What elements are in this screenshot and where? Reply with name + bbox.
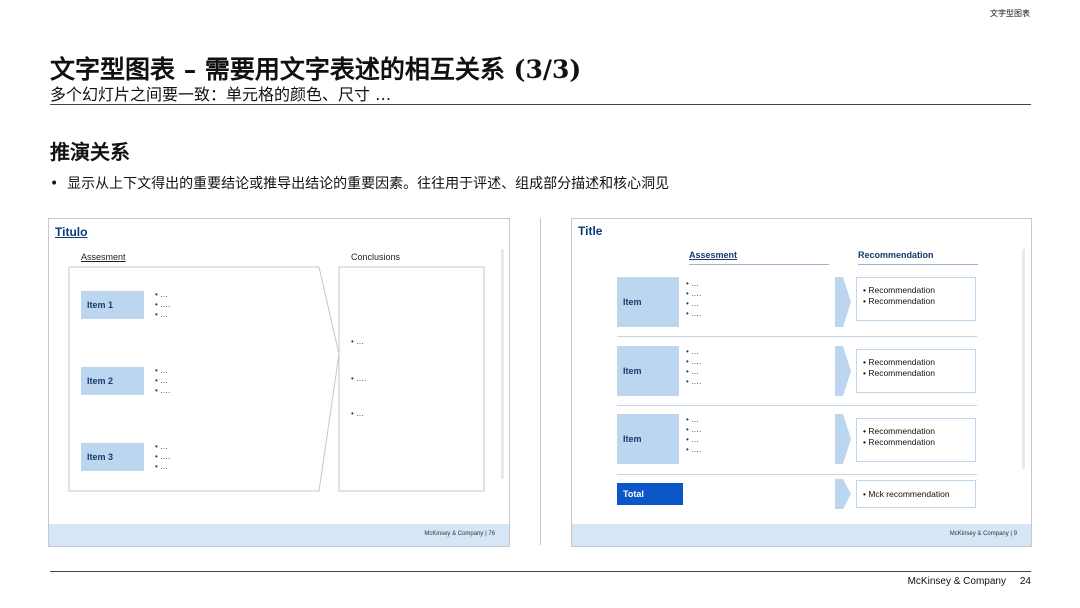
slide2-total-arrow [835, 479, 851, 509]
footer-rule [50, 571, 1031, 572]
slide1-side-note [501, 249, 504, 479]
slide1-item-2: Item 2 [81, 367, 144, 395]
bullet-text: • 显示从上下文得出的重要结论或推导出结论的重要因素。往往用于评述、组成部分描述… [50, 173, 669, 193]
slide2-footer: McKinsey & Company | 9 [949, 531, 1017, 537]
bullet-dot: • [50, 176, 68, 192]
page-number: 24 [1019, 576, 1031, 587]
slide2-row-2-arrow [835, 346, 851, 396]
slide2-row-1-recs: • Recommendation • Recommendation [856, 277, 976, 321]
title-rule [50, 104, 1031, 105]
slide1-item-1: Item 1 [81, 291, 144, 319]
slide2-row-1-dots: • … • …. • … • …. [686, 279, 702, 318]
slide-thumbnail-2: Title Assesment Recommendation Item • … … [571, 218, 1032, 547]
slide2-col2-rule [858, 264, 978, 265]
page-footer: McKinsey & Company 24 [908, 576, 1031, 587]
slide-thumbnail-1: Titulo Assesment Conclusions Item 1 • … … [48, 218, 510, 547]
slide2-row-separator [617, 336, 977, 337]
thumbnail-divider [540, 218, 541, 545]
slide1-footer: McKinsey & Company | 76 [424, 531, 495, 537]
slide1-item-2-dots: • … • … • …. [155, 366, 171, 395]
slide2-row-3-recs: • Recommendation • Recommendation [856, 418, 976, 462]
slide1-item-1-dots: • … • …. • … [155, 290, 171, 319]
footer-company: McKinsey & Company [907, 576, 1006, 587]
slide2-row-separator [617, 405, 977, 406]
page-subtitle: 多个幻灯片之间要一致：单元格的颜色、尺寸 … [50, 85, 392, 104]
header-tag: 文字型图表 [990, 9, 1030, 18]
slide2-side-note [1022, 249, 1025, 469]
slide2-row-2-dots: • … • …. • … • …. [686, 347, 702, 386]
slide2-row-3-item: Item [617, 414, 679, 464]
bullet-content: 显示从上下文得出的重要结论或推导出结论的重要因素。往往用于评述、组成部分描述和核… [67, 176, 670, 192]
slide2-row-1-arrow [835, 277, 851, 327]
slide1-conclusion-3: • … [351, 409, 365, 418]
slide2-total: Total [617, 483, 683, 505]
slide2-row-1-item: Item [617, 277, 679, 327]
slide2-total-rec: • Mck recommendation [856, 480, 976, 508]
slide2-row-separator [617, 474, 977, 475]
slide1-footer-band: McKinsey & Company | 76 [49, 524, 509, 546]
slide2-row-3-dots: • … • …. • … • …. [686, 415, 702, 454]
slide1-conclusion-2: • …. [351, 374, 367, 383]
slide1-item-3-dots: • … • …. • … [155, 442, 171, 471]
slide2-row-2-item: Item [617, 346, 679, 396]
slide2-footer-band: McKinsey & Company | 9 [572, 524, 1031, 546]
slide2-title: Title [578, 224, 603, 238]
slide2-col1-rule [689, 264, 829, 265]
section-title: 推演关系 [50, 140, 130, 164]
slide2-col2-header: Recommendation [858, 250, 934, 260]
slide2-col1-header: Assesment [689, 250, 738, 260]
slide1-item-3: Item 3 [81, 443, 144, 471]
slide1-conclusion-1: • … [351, 337, 365, 346]
slide2-row-3-arrow [835, 414, 851, 464]
slide2-row-2-recs: • Recommendation • Recommendation [856, 349, 976, 393]
